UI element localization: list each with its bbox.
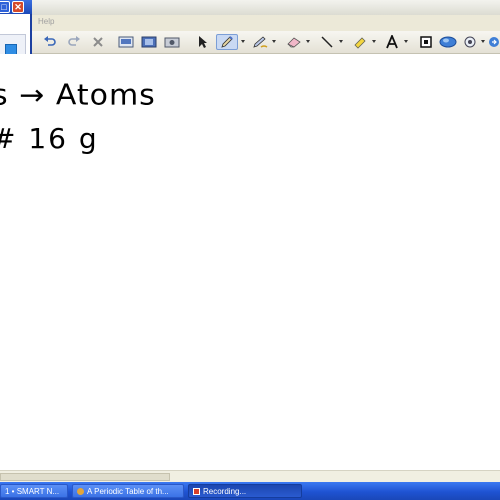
- undo-icon[interactable]: [42, 34, 58, 50]
- toolbar-more-icon[interactable]: [488, 34, 500, 50]
- screen-icon[interactable]: [117, 34, 135, 50]
- redo-icon[interactable]: [66, 34, 82, 50]
- line-dropdown-icon[interactable]: [339, 40, 343, 43]
- main-toolbar: [0, 31, 500, 54]
- fullscreen-icon[interactable]: [140, 34, 158, 50]
- scrollbar-thumb[interactable]: [0, 473, 170, 481]
- browser-icon: [77, 488, 84, 495]
- taskbar-item-smart[interactable]: 1 • SMART N...: [0, 484, 68, 498]
- highlighter-dropdown-icon[interactable]: [372, 40, 376, 43]
- highlighter-icon[interactable]: [350, 34, 370, 50]
- pen-icon[interactable]: [216, 34, 238, 50]
- handwriting-line-2: # 16 g: [0, 122, 99, 155]
- taskbar-item-periodic-table[interactable]: A Periodic Table of th...: [72, 484, 184, 498]
- eraser-dropdown-icon[interactable]: [306, 40, 310, 43]
- line-icon[interactable]: [318, 34, 336, 50]
- taskbar-item-label: Recording...: [203, 487, 247, 496]
- capture-icon[interactable]: [163, 34, 181, 50]
- pen-dropdown-icon[interactable]: [241, 40, 245, 43]
- window-title-bar: [0, 0, 500, 16]
- taskbar-item-label: A Periodic Table of th...: [87, 487, 169, 496]
- creative-pen-dropdown-icon[interactable]: [272, 40, 276, 43]
- eraser-icon[interactable]: [284, 34, 304, 50]
- text-icon[interactable]: [384, 34, 400, 50]
- creative-pen-icon[interactable]: [250, 34, 270, 50]
- select-icon[interactable]: [196, 34, 210, 50]
- whiteboard-canvas[interactable]: [0, 54, 500, 470]
- camera-dropdown-icon[interactable]: [481, 40, 485, 43]
- menu-help[interactable]: Help: [38, 17, 54, 26]
- delete-icon[interactable]: [90, 34, 106, 50]
- maximize-icon[interactable]: □: [0, 1, 10, 13]
- handwriting-line-1: s → Atoms: [0, 78, 156, 113]
- recorder-title-bar[interactable]: □ ✕: [0, 0, 32, 14]
- fill-icon[interactable]: [438, 34, 458, 50]
- shape-icon[interactable]: [418, 34, 434, 50]
- taskbar: 1 • SMART N... A Periodic Table of th...…: [0, 482, 500, 500]
- menu-bar: Help: [0, 15, 500, 32]
- taskbar-item-label: 1 • SMART N...: [5, 487, 60, 496]
- close-icon[interactable]: ✕: [12, 1, 24, 13]
- taskbar-item-recording[interactable]: Recording...: [188, 484, 302, 498]
- camera-icon[interactable]: [462, 34, 478, 50]
- recorder-icon: [193, 488, 200, 495]
- text-dropdown-icon[interactable]: [404, 40, 408, 43]
